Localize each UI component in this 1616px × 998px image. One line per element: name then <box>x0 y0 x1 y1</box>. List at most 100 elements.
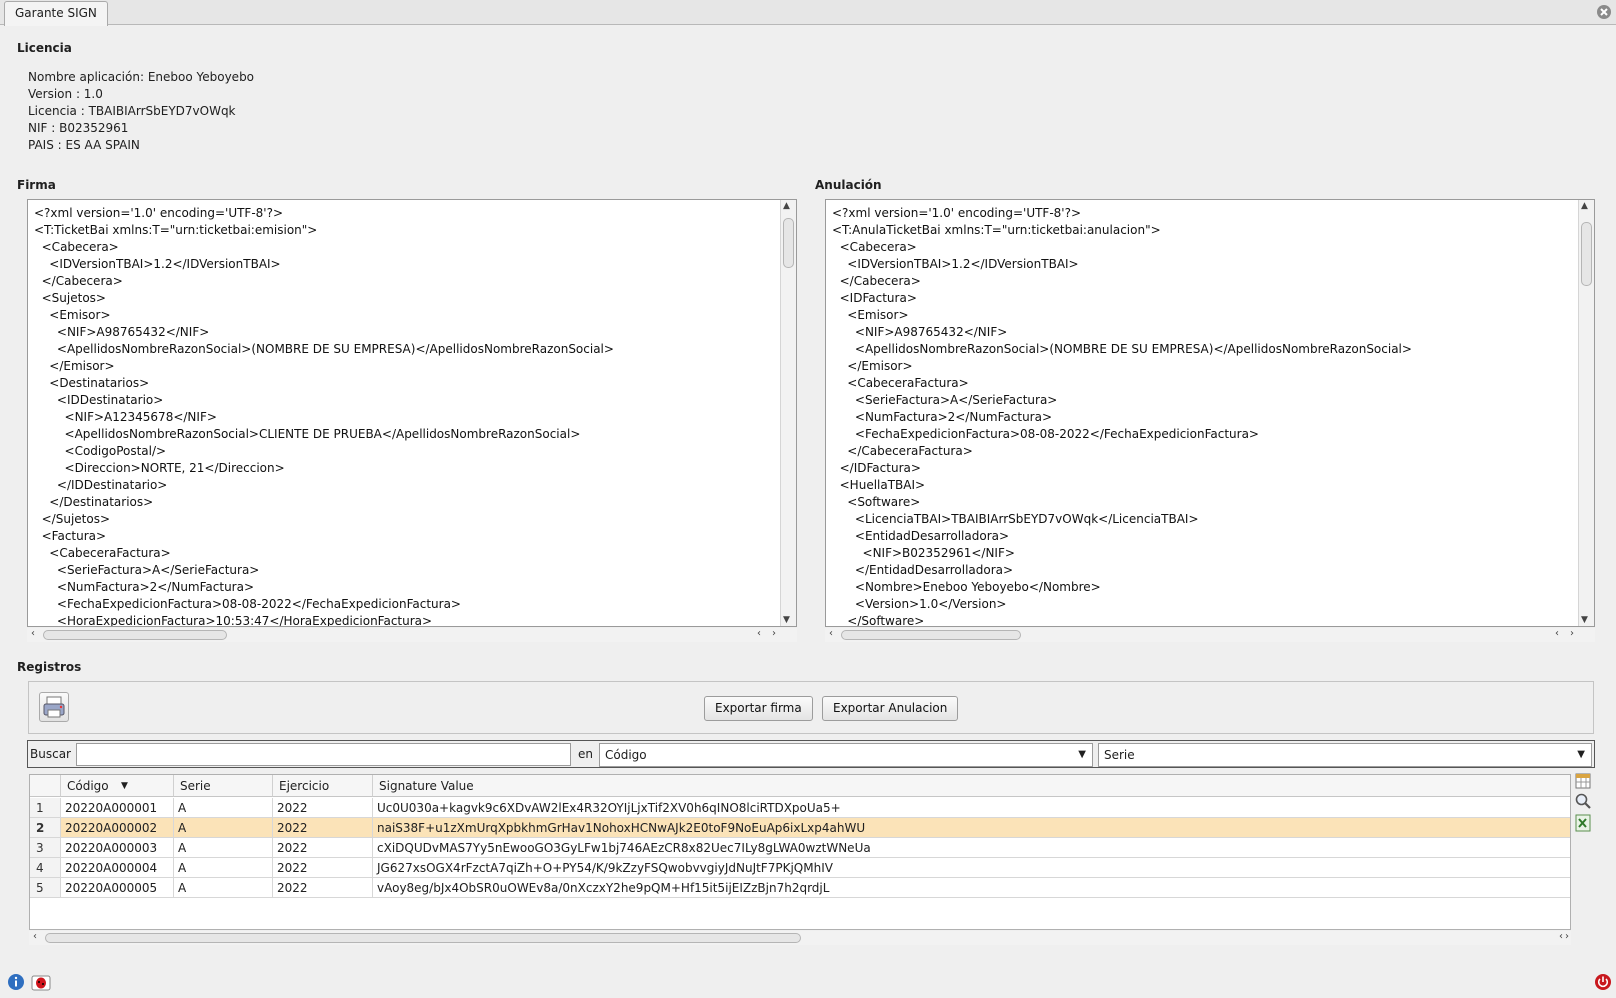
ejercicio-cell[interactable]: 2022 <box>273 838 373 858</box>
column-header-signature-value[interactable]: Signature Value <box>373 775 1570 797</box>
table-horizontal-scrollbar[interactable]: ‹ ‹ › <box>29 931 1571 945</box>
table-row[interactable]: 3 20220A000003 A 2022 cXiDQUDvMAS7Yy5nEwooGO… <box>30 838 1570 858</box>
xml-line: <IDFactura> <box>832 291 917 305</box>
print-icon <box>43 696 65 718</box>
signature-value-cell[interactable]: naiS38F+u1zXmUrqXpbkhmGrHav1NohoxHCNwAJk… <box>373 818 1570 838</box>
scroll-down-icon[interactable]: ▼ <box>1581 615 1588 625</box>
excel-export-icon[interactable] <box>1574 814 1592 832</box>
secondary-select[interactable]: Serie ▼ <box>1098 743 1592 767</box>
xml-line: </Cabecera> <box>832 274 921 288</box>
bug-report-icon[interactable] <box>31 973 51 991</box>
registros-table[interactable]: Código ▼ Serie Ejercicio Signature Value… <box>29 774 1571 930</box>
codigo-cell[interactable]: 20220A000003 <box>61 838 174 858</box>
anulacion-horizontal-scrollbar[interactable]: ‹ ‹ › <box>825 628 1595 642</box>
ejercicio-cell[interactable]: 2022 <box>273 878 373 898</box>
xml-line: <NIF>A12345678</NIF> <box>34 410 217 424</box>
print-button[interactable] <box>39 692 69 722</box>
table-row[interactable]: 4 20220A000004 A 2022 JG627xsOGX4rFzctA7qiZh… <box>30 858 1570 878</box>
xml-line: <NIF>A98765432</NIF> <box>34 325 210 339</box>
table-row[interactable]: 1 20220A000001 A 2022 Uc0U030a+kagvk9c6XDvAW… <box>30 798 1570 818</box>
scroll-left-icon[interactable]: ‹ <box>31 628 35 639</box>
scroll-thumb[interactable] <box>783 218 794 268</box>
xml-line: <Sujetos> <box>34 291 106 305</box>
serie-cell[interactable]: A <box>174 818 273 838</box>
xml-line: <SerieFactura>A</SerieFactura> <box>34 563 260 577</box>
scroll-thumb[interactable] <box>45 933 801 943</box>
scroll-right-icon[interactable]: › <box>772 628 776 639</box>
licencia-line: Nombre aplicación: Eneboo Yeboyebo <box>28 70 255 84</box>
power-icon[interactable] <box>1594 973 1612 991</box>
row-number-cell[interactable]: 5 <box>30 878 61 898</box>
scroll-up-icon[interactable]: ▲ <box>1581 201 1588 211</box>
firma-horizontal-scrollbar[interactable]: ‹ ‹ › <box>27 628 797 642</box>
serie-cell[interactable]: A <box>174 858 273 878</box>
xml-line: </EntidadDesarrolladora> <box>832 563 1014 577</box>
anulacion-vertical-scrollbar[interactable]: ▲ ▼ <box>1578 200 1594 626</box>
field-select[interactable]: Código ▼ <box>599 743 1093 767</box>
firma-xml-editor[interactable]: <?xml version='1.0' encoding='UTF-8'?> <T… <box>27 199 797 627</box>
xml-line: </Emisor> <box>34 359 115 373</box>
firma-vertical-scrollbar[interactable]: ▲ ▼ <box>780 200 796 626</box>
xml-line: <Nombre>Eneboo Yeboyebo</Nombre> <box>832 580 1101 594</box>
xml-line: <T:AnulaTicketBai xmlns:T="urn:ticketbai… <box>832 223 1161 237</box>
scroll-left-icon[interactable]: ‹ <box>1559 931 1563 942</box>
xml-line: <NIF>B02352961</NIF> <box>832 546 1015 560</box>
row-number-cell[interactable]: 4 <box>30 858 61 878</box>
scroll-left-icon[interactable]: ‹ <box>829 628 833 639</box>
column-header-serie[interactable]: Serie <box>174 775 273 797</box>
scroll-left-icon[interactable]: ‹ <box>1555 628 1559 639</box>
xml-line: <Factura> <box>34 529 107 543</box>
search-input[interactable] <box>76 743 571 766</box>
row-number-cell[interactable]: 2 <box>30 818 61 838</box>
columns-config-icon[interactable] <box>1574 772 1592 790</box>
scroll-thumb[interactable] <box>43 630 227 640</box>
close-icon[interactable] <box>1596 4 1612 20</box>
xml-line: <?xml version='1.0' encoding='UTF-8'?> <box>34 206 284 220</box>
anulacion-xml-editor[interactable]: <?xml version='1.0' encoding='UTF-8'?> <T… <box>825 199 1595 627</box>
secondary-select-value: Serie <box>1104 748 1135 762</box>
table-row[interactable]: 5 20220A000005 A 2022 vAoy8eg/bJx4ObSR0uOWEv… <box>30 878 1570 898</box>
serie-cell[interactable]: A <box>174 838 273 858</box>
xml-line: <SerieFactura>A</SerieFactura> <box>832 393 1058 407</box>
export-anulacion-button[interactable]: Exportar Anulacion <box>822 696 959 721</box>
export-firma-button[interactable]: Exportar firma <box>704 696 813 721</box>
scroll-thumb[interactable] <box>1581 222 1592 286</box>
info-icon[interactable] <box>7 973 25 991</box>
scroll-right-icon[interactable]: › <box>1570 628 1574 639</box>
xml-line: </Emisor> <box>832 359 913 373</box>
table-row[interactable]: 2 20220A000002 A 2022 naiS38F+u1zXmUrqXpbkhm… <box>30 818 1570 838</box>
xml-line: <Direccion>NORTE, 21</Direccion> <box>34 461 285 475</box>
scroll-thumb[interactable] <box>841 630 1021 640</box>
column-header-ejercicio[interactable]: Ejercicio <box>273 775 373 797</box>
xml-line: <IDDestinatario> <box>34 393 164 407</box>
xml-line: <NIF>A98765432</NIF> <box>832 325 1008 339</box>
xml-line: <CabeceraFactura> <box>34 546 171 560</box>
row-number-cell[interactable]: 3 <box>30 838 61 858</box>
signature-value-cell[interactable]: JG627xsOGX4rFzctA7qiZh+O+PY54/K/9kZzyFSQ… <box>373 858 1570 878</box>
scroll-up-icon[interactable]: ▲ <box>783 201 790 211</box>
signature-value-cell[interactable]: cXiDQUDvMAS7Yy5nEwooGO3GyLFw1bj746AEzCR8… <box>373 838 1570 858</box>
signature-value-cell[interactable]: vAoy8eg/bJx4ObSR0uOWEv8a/0nXczxY2he9pQM+… <box>373 878 1570 898</box>
signature-value-cell[interactable]: Uc0U030a+kagvk9c6XDvAW2lEx4R32OYIjLjxTif… <box>373 798 1570 818</box>
column-header-codigo[interactable]: Código ▼ <box>61 775 174 797</box>
ejercicio-cell[interactable]: 2022 <box>273 798 373 818</box>
serie-cell[interactable]: A <box>174 878 273 898</box>
scroll-down-icon[interactable]: ▼ <box>783 615 790 625</box>
column-header-label: Código <box>67 779 109 793</box>
codigo-cell[interactable]: 20220A000005 <box>61 878 174 898</box>
chevron-down-icon: ▼ <box>1078 749 1086 760</box>
scroll-left-icon[interactable]: ‹ <box>33 931 37 942</box>
xml-line: <NumFactura>2</NumFactura> <box>34 580 255 594</box>
en-label: en <box>578 747 593 761</box>
tab-garante-sign[interactable]: Garante SIGN <box>4 1 108 26</box>
serie-cell[interactable]: A <box>174 798 273 818</box>
codigo-cell[interactable]: 20220A000001 <box>61 798 174 818</box>
scroll-right-icon[interactable]: › <box>1565 931 1569 942</box>
ejercicio-cell[interactable]: 2022 <box>273 818 373 838</box>
row-number-cell[interactable]: 1 <box>30 798 61 818</box>
codigo-cell[interactable]: 20220A000004 <box>61 858 174 878</box>
codigo-cell[interactable]: 20220A000002 <box>61 818 174 838</box>
search-icon[interactable] <box>1574 792 1592 810</box>
ejercicio-cell[interactable]: 2022 <box>273 858 373 878</box>
scroll-left-icon[interactable]: ‹ <box>757 628 761 639</box>
